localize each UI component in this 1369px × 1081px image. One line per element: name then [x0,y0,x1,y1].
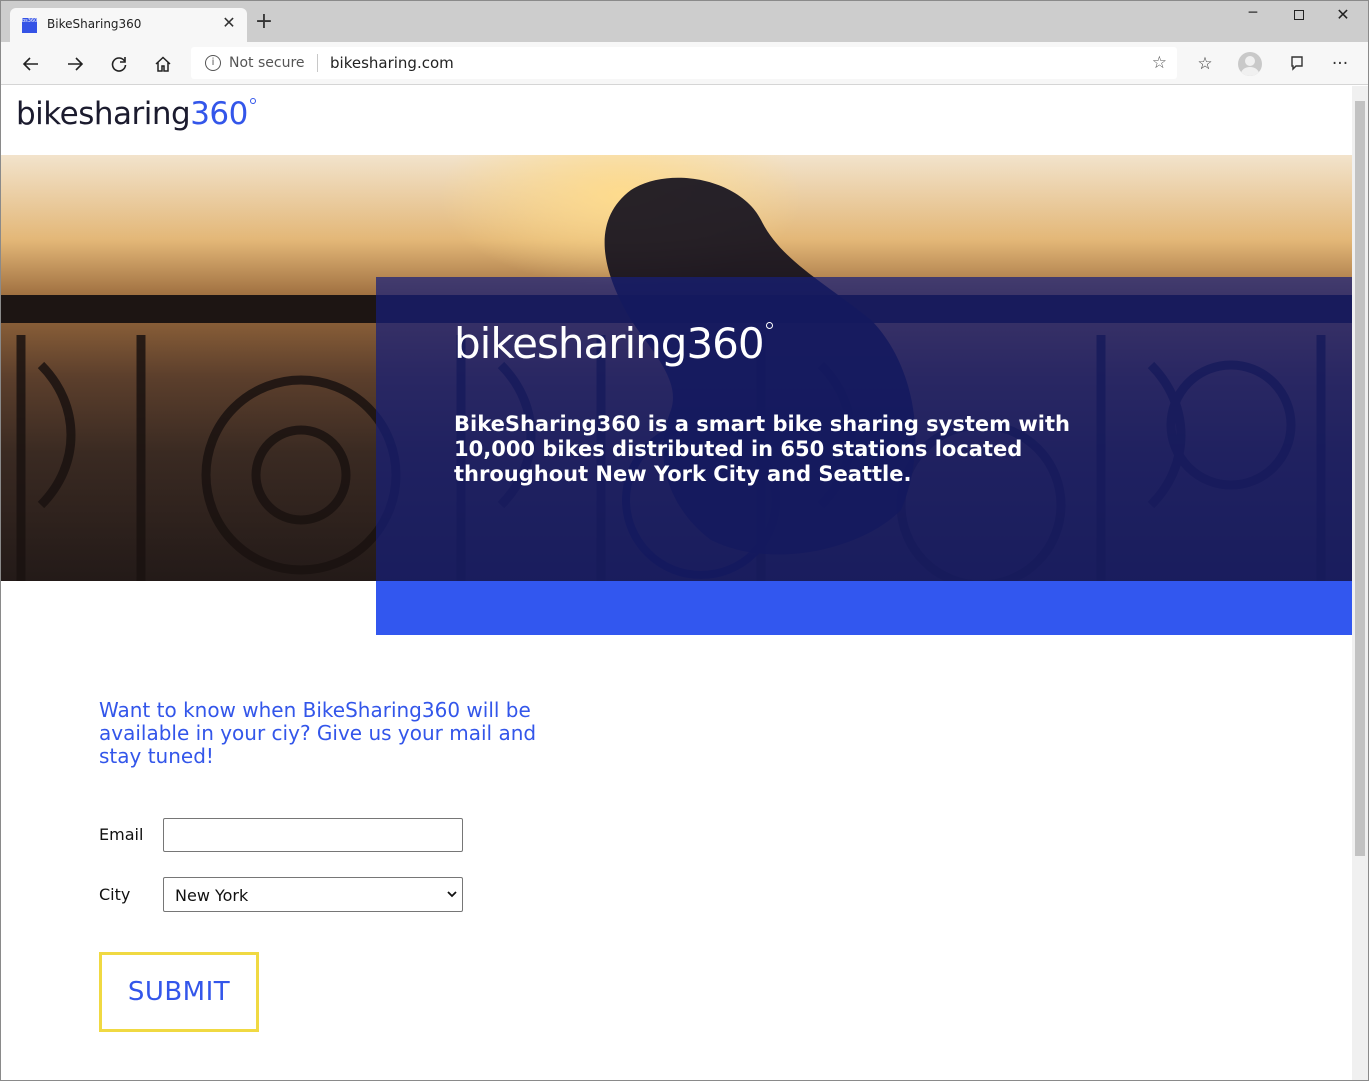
hero-logo: bikesharing360 [454,319,773,368]
hero-logo-text: bikesharing360 [454,319,765,368]
hero-image [1,155,1352,581]
home-icon [155,56,171,72]
back-button[interactable] [18,51,44,77]
page-viewport: bikesharing360 bikesharing360 BikeSharin… [1,86,1352,1080]
maximize-icon [1294,10,1304,20]
city-selected-value: New York [175,886,249,905]
info-icon[interactable]: i [205,55,221,71]
tab-close-icon[interactable]: ✕ [219,14,239,34]
url-text[interactable]: bikesharing.com [330,54,454,72]
logo-degree-icon [249,98,256,104]
refresh-button[interactable] [106,51,132,77]
tab-title: BikeSharing360 [47,17,142,31]
chevron-down-icon [447,891,457,898]
forward-arrow-icon [68,57,84,71]
back-arrow-icon [22,57,38,71]
site-logo-text: bikesharing [16,96,191,132]
favorites-icon[interactable]: ☆ [1192,51,1218,77]
home-button[interactable] [150,51,176,77]
email-field[interactable] [163,818,463,852]
new-tab-button[interactable]: + [254,11,274,33]
scrollbar-thumb[interactable] [1355,101,1365,856]
vertical-scrollbar[interactable] [1352,86,1368,1080]
read-aloud-icon[interactable] [1283,51,1309,77]
hero-logo-degree-icon [765,322,773,329]
site-logo[interactable]: bikesharing360 [16,96,256,132]
minimize-button[interactable]: ─ [1231,5,1275,27]
city-select[interactable]: New York [163,877,463,912]
site-favicon-icon: bs360 [22,18,37,33]
submit-button[interactable]: SUBMIT [99,952,259,1032]
browser-toolbar: i Not secure bikesharing.com ☆ ☆ ··· [1,42,1368,85]
close-window-button[interactable]: ✕ [1321,5,1365,27]
hero-description: BikeSharing360 is a smart bike sharing s… [454,412,1070,486]
security-label: Not secure [229,55,305,71]
signup-heading: Want to know when BikeSharing360 will be… [99,698,537,768]
browser-window: bs360 BikeSharing360 ✕ + ─ ✕ i Not secur… [0,0,1369,1081]
address-divider [317,54,318,72]
hero-accent-band [376,581,1352,635]
tab-strip: bs360 BikeSharing360 ✕ + ─ ✕ [1,1,1368,42]
more-menu-icon[interactable]: ··· [1327,51,1353,77]
city-label: City [99,885,131,904]
favorite-star-icon[interactable]: ☆ [1152,53,1167,73]
address-bar[interactable]: i Not secure bikesharing.com ☆ [191,47,1177,79]
site-logo-number: 360 [190,96,248,132]
forward-button[interactable] [62,51,88,77]
profile-avatar[interactable] [1238,52,1262,76]
maximize-button[interactable] [1277,5,1321,27]
refresh-icon [111,57,127,72]
browser-tab[interactable]: bs360 BikeSharing360 ✕ [10,8,247,42]
email-label: Email [99,825,144,844]
